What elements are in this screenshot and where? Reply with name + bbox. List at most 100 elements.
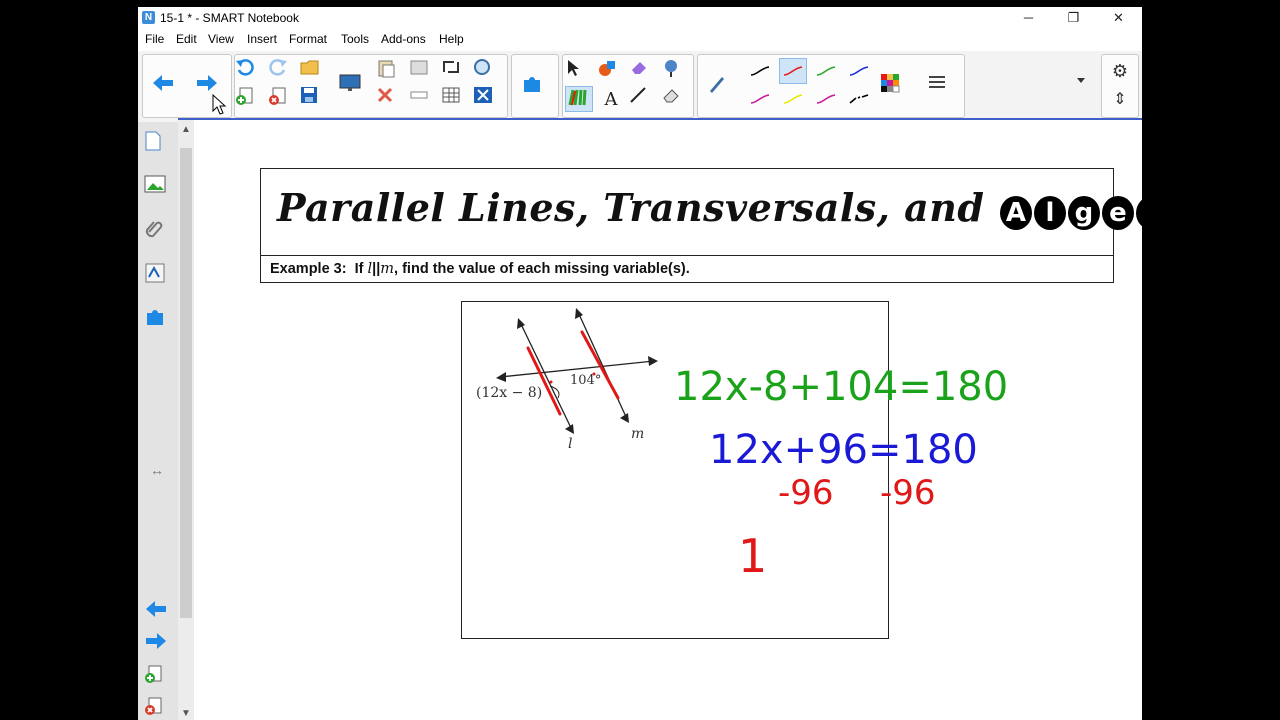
work-line-1: 12x-8+104=180: [674, 364, 1008, 410]
menu-insert[interactable]: Insert: [247, 32, 277, 46]
work-area-box[interactable]: (12x − 8) 104° l m 12x-8+104=180 12x+96=…: [461, 301, 1008, 639]
move-toolbar-icon[interactable]: ⇕: [1106, 86, 1134, 112]
previous-page-icon[interactable]: [144, 599, 174, 631]
highlight-line-l: [526, 346, 562, 416]
settings-group: ⚙ ⇕: [1101, 54, 1139, 118]
parallel-lines-diagram: (12x − 8) 104° l m 12x-8+104=180 12x+96=…: [476, 308, 1008, 583]
add-page-icon[interactable]: [235, 86, 263, 112]
example-line-m: m: [380, 261, 395, 277]
magnifier-icon[interactable]: [473, 58, 501, 84]
close-button[interactable]: ✕: [1096, 7, 1141, 29]
pen-swatch-6[interactable]: [779, 86, 807, 112]
menu-help[interactable]: Help: [439, 32, 464, 46]
menu-addons[interactable]: Add-ons: [381, 32, 426, 46]
line-l: [519, 321, 573, 431]
pen-swatch-3[interactable]: [812, 58, 840, 84]
capture-icon[interactable]: [441, 58, 469, 84]
lesson-title-box[interactable]: Parallel Lines, Transversals, and Algebr…: [260, 168, 1142, 283]
toolbar: A ⚙ ⇕: [138, 51, 1142, 123]
attachments-icon[interactable]: [144, 218, 174, 250]
delete-icon[interactable]: [376, 86, 404, 112]
table-icon[interactable]: [441, 86, 469, 112]
delete-page-icon[interactable]: [268, 86, 296, 112]
puzzle-icon[interactable]: [521, 73, 549, 99]
magic-pen-icon[interactable]: [661, 58, 689, 84]
pens-icon[interactable]: [565, 86, 593, 112]
menu-view[interactable]: View: [208, 32, 234, 46]
scroll-thumb[interactable]: [180, 148, 192, 618]
ruler-icon[interactable]: [409, 86, 437, 112]
pen-swatch-1[interactable]: [746, 58, 774, 84]
panel-resize-icon[interactable]: ↔: [142, 454, 172, 486]
bubble-letter: b: [1136, 196, 1142, 230]
addons-tab-icon[interactable]: [144, 306, 174, 338]
paste-icon[interactable]: [376, 58, 404, 84]
eraser-icon[interactable]: [629, 58, 657, 84]
angle-value-label: 104°: [570, 373, 601, 388]
pen-type-icon[interactable]: [706, 73, 734, 99]
tools-group: A: [562, 54, 694, 118]
menu-tools[interactable]: Tools: [341, 32, 369, 46]
display-icon[interactable]: [339, 73, 367, 99]
line-m-label: m: [631, 426, 644, 442]
settings-icon[interactable]: ⚙: [1106, 58, 1134, 84]
back-arrow-icon[interactable]: [151, 73, 179, 99]
redo-icon[interactable]: [268, 58, 296, 84]
sidebar-add-page-icon[interactable]: [144, 664, 174, 696]
scroll-up-icon[interactable]: ▲: [181, 124, 191, 135]
sidebar-delete-page-icon[interactable]: [144, 696, 174, 720]
red-mark: [549, 380, 553, 384]
window-title: 15-1 * - SMART Notebook: [160, 11, 299, 25]
menu-bar: File Edit View Insert Format Tools Add-o…: [138, 29, 1142, 51]
pen-properties-group: [697, 54, 965, 118]
undo-icon[interactable]: [235, 58, 263, 84]
angle-expression-label: (12x − 8): [476, 385, 542, 401]
work-line-3b: -96: [880, 473, 936, 513]
edit-group: [234, 54, 508, 118]
text-icon[interactable]: A: [597, 86, 625, 112]
pen-swatch-7[interactable]: [812, 86, 840, 112]
eraser2-icon[interactable]: [661, 86, 689, 112]
fullscreen-icon[interactable]: [473, 86, 501, 112]
vertical-scrollbar[interactable]: ▲ ▼: [178, 120, 194, 720]
line-m-arrow-top: [575, 308, 583, 319]
pen-swatch-8[interactable]: [845, 86, 873, 112]
example-rest: , find the value of each missing variabl…: [394, 261, 690, 277]
example-prompt: Example 3: If l||m, find the value of ea…: [270, 261, 690, 277]
menu-file[interactable]: File: [145, 32, 164, 46]
open-folder-icon[interactable]: [300, 58, 328, 84]
save-icon[interactable]: [300, 86, 328, 112]
line-l-label: l: [568, 436, 572, 452]
side-panel-tabs: ↔: [138, 122, 179, 720]
line-icon[interactable]: [629, 86, 657, 112]
mouse-cursor-icon: [212, 93, 227, 115]
pen-swatch-5[interactable]: [746, 86, 774, 112]
properties-icon[interactable]: [144, 262, 174, 294]
app-window: N 15-1 * - SMART Notebook ─ ❐ ✕ File Edi…: [138, 7, 1142, 720]
title-bar: N 15-1 * - SMART Notebook ─ ❐ ✕: [138, 7, 1142, 29]
minimize-button[interactable]: ─: [1006, 7, 1051, 29]
menu-format[interactable]: Format: [289, 32, 327, 46]
scroll-down-icon[interactable]: ▼: [181, 708, 191, 719]
addons-group: [511, 54, 559, 118]
algebra-bubble-letters: Algebra!: [998, 185, 1142, 230]
work-line-4: 1: [738, 529, 767, 583]
next-page-icon[interactable]: [144, 631, 174, 663]
select-icon[interactable]: [565, 58, 593, 84]
screen-shade-icon[interactable]: [409, 58, 437, 84]
line-style-icon[interactable]: [927, 73, 955, 99]
pen-swatch-4[interactable]: [845, 58, 873, 84]
transversal-arrow-left: [496, 372, 506, 382]
page-sorter-icon[interactable]: [144, 130, 174, 162]
restore-button[interactable]: ❐: [1051, 7, 1096, 29]
notebook-canvas[interactable]: ▲ ▼ Parallel Lines, Transversals, and Al…: [178, 118, 1142, 720]
toolbar-dropdown-icon[interactable]: [1076, 76, 1104, 102]
gallery-icon[interactable]: [144, 174, 174, 206]
color-palette-icon[interactable]: [880, 73, 908, 99]
pen-swatch-2[interactable]: [779, 58, 807, 84]
shapes-icon[interactable]: [597, 58, 625, 84]
work-line-2: 12x+96=180: [709, 427, 978, 473]
menu-edit[interactable]: Edit: [176, 32, 197, 46]
lesson-title: Parallel Lines, Transversals, and Algebr…: [277, 185, 1142, 230]
example-row: Example 3: If l||m, find the value of ea…: [261, 255, 1113, 283]
